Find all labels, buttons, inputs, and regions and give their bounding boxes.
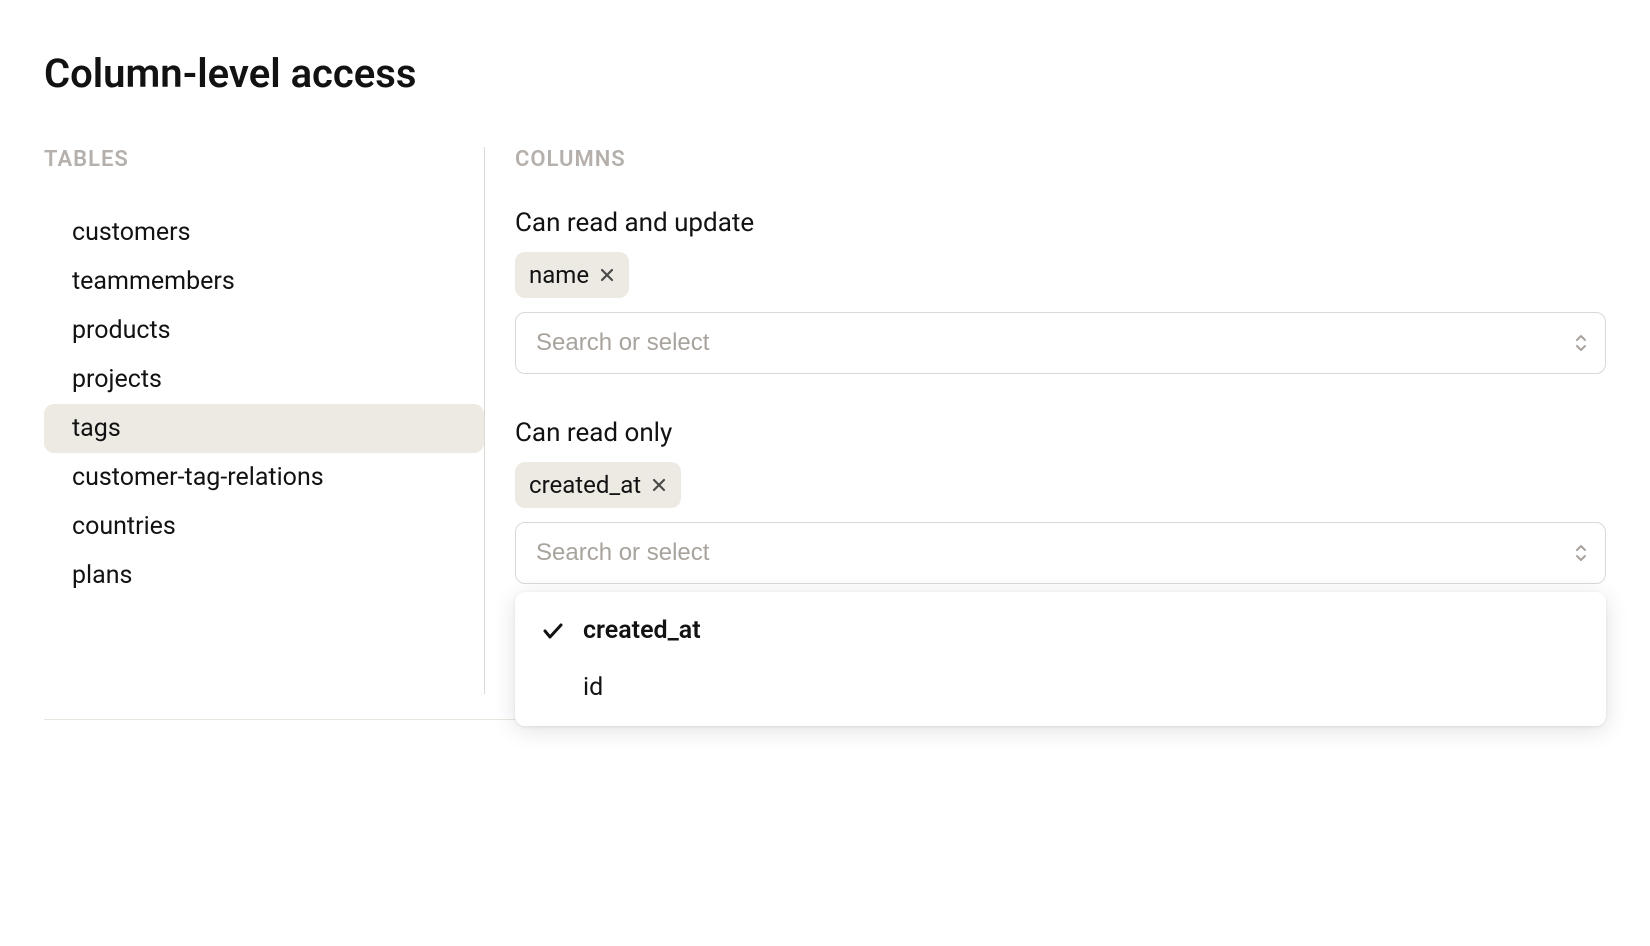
read-only-select[interactable]: created_at id (515, 522, 1606, 584)
read-only-group: Can read only created_at (515, 418, 1606, 584)
read-only-dropdown: created_at id (515, 592, 1606, 726)
read-update-tags: name (515, 252, 1606, 298)
read-only-tags: created_at (515, 462, 1606, 508)
tag-created-at: created_at (515, 462, 681, 508)
content-layout: TABLES customers teammembers products pr… (44, 147, 1606, 694)
close-icon[interactable] (599, 267, 615, 283)
table-item-customers[interactable]: customers (44, 208, 484, 257)
read-update-group: Can read and update name (515, 208, 1606, 374)
tables-list: customers teammembers products projects … (44, 208, 484, 600)
table-item-countries[interactable]: countries (44, 502, 484, 551)
read-update-search-input[interactable] (515, 312, 1606, 374)
columns-panel: COLUMNS Can read and update name (515, 147, 1606, 694)
tag-label: created_at (529, 471, 641, 499)
read-only-label: Can read only (515, 418, 1606, 448)
vertical-divider (484, 147, 485, 694)
tag-name: name (515, 252, 629, 298)
table-item-projects[interactable]: projects (44, 355, 484, 404)
table-item-tags[interactable]: tags (44, 404, 484, 453)
tables-sidebar: TABLES customers teammembers products pr… (44, 147, 484, 694)
table-item-customer-tag-relations[interactable]: customer-tag-relations (44, 453, 484, 502)
dropdown-option-label: id (583, 673, 603, 702)
page-title: Column-level access (44, 50, 1606, 97)
table-item-teammembers[interactable]: teammembers (44, 257, 484, 306)
dropdown-option-id[interactable]: id (515, 659, 1606, 716)
dropdown-option-label: created_at (583, 616, 701, 645)
read-update-select[interactable] (515, 312, 1606, 374)
close-icon[interactable] (651, 477, 667, 493)
tables-heading: TABLES (44, 147, 484, 172)
columns-heading: COLUMNS (515, 147, 1606, 172)
dropdown-option-created-at[interactable]: created_at (515, 602, 1606, 659)
read-only-search-input[interactable] (515, 522, 1606, 584)
read-update-label: Can read and update (515, 208, 1606, 238)
table-item-products[interactable]: products (44, 306, 484, 355)
tag-label: name (529, 261, 589, 289)
check-icon (539, 619, 567, 643)
table-item-plans[interactable]: plans (44, 551, 484, 600)
